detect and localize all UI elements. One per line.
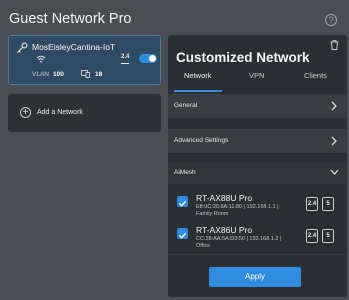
node-checkbox[interactable]	[177, 196, 188, 207]
vlan-label: VLAN	[32, 71, 49, 78]
node-detail: E8:9C:25:8A:11:80 | 192.168.1.1 | Family…	[196, 204, 279, 218]
wifi-icon	[36, 55, 46, 63]
check-icon	[179, 232, 187, 239]
divider	[168, 254, 347, 255]
aimesh-label: AiMesh	[174, 169, 196, 176]
active-tab-indicator	[174, 90, 222, 92]
node-detail-line1: E8:9C:25:8A:11:80 | 192.168.1.1 |	[196, 204, 279, 210]
band-value: 2.4	[121, 54, 130, 60]
chevron-right-icon	[331, 101, 337, 111]
node-checkbox[interactable]	[177, 228, 188, 239]
device-count: 18	[95, 71, 103, 78]
tab-clients[interactable]: Clients	[304, 71, 327, 80]
panel-tabs: Network VPN Clients	[168, 71, 347, 87]
apply-button[interactable]: Apply	[209, 267, 301, 287]
trash-icon[interactable]	[330, 40, 339, 50]
band-badge: 2.4	[121, 54, 129, 66]
band-5-icon: 5	[322, 197, 334, 211]
aimesh-node-row: RT-AX88U Pro E8:9C:25:8A:11:80 | 192.168…	[168, 190, 347, 222]
general-section[interactable]: General	[168, 93, 347, 118]
key-icon	[17, 42, 28, 53]
panel-title: Customized Network	[176, 50, 310, 65]
aimesh-node-row: RT-AX86U Pro CC:28:AA:5A:D3:50 | 192.168…	[168, 222, 347, 254]
node-detail-line1: CC:28:AA:5A:D3:50 | 192.168.1.2 |	[196, 236, 282, 242]
help-icon[interactable]: ?	[325, 14, 337, 26]
vlan-value: 100	[53, 71, 64, 78]
node-detail-line2: Office	[196, 243, 211, 249]
app-title: Guest Network Pro	[9, 11, 132, 27]
chevron-right-icon	[331, 136, 337, 146]
advanced-settings-label: Advanced Settings	[174, 137, 229, 144]
devices-icon	[81, 70, 90, 78]
network-card[interactable]: MosEisleyCantina-IoT 2.4 VLAN 100 18	[8, 35, 161, 85]
toggle-knob	[149, 55, 156, 62]
general-label: General	[174, 102, 198, 109]
band-24-icon: 2.4	[306, 197, 318, 211]
check-icon	[179, 200, 187, 207]
network-settings-panel: Customized Network Network VPN Clients G…	[168, 35, 347, 297]
advanced-settings-section[interactable]: Advanced Settings	[168, 128, 347, 153]
network-toggle[interactable]	[139, 54, 157, 63]
node-name: RT-AX88U Pro	[196, 193, 253, 203]
add-network-button[interactable]: + Add a Network	[8, 94, 161, 132]
aimesh-section-header[interactable]: AiMesh	[168, 162, 347, 184]
node-detail-line2: Family Room	[196, 211, 229, 217]
add-network-label: Add a Network	[37, 109, 83, 116]
tab-vpn[interactable]: VPN	[249, 71, 264, 80]
network-ssid: MosEisleyCantina-IoT	[32, 42, 116, 52]
tab-network[interactable]: Network	[184, 71, 212, 80]
band-5-icon: 5	[322, 229, 334, 243]
node-detail: CC:28:AA:5A:D3:50 | 192.168.1.2 | Office	[196, 236, 281, 250]
band-24-icon: 2.4	[306, 229, 318, 243]
node-name: RT-AX86U Pro	[196, 225, 253, 235]
plus-icon: +	[20, 107, 31, 118]
chevron-down-icon	[330, 169, 339, 175]
